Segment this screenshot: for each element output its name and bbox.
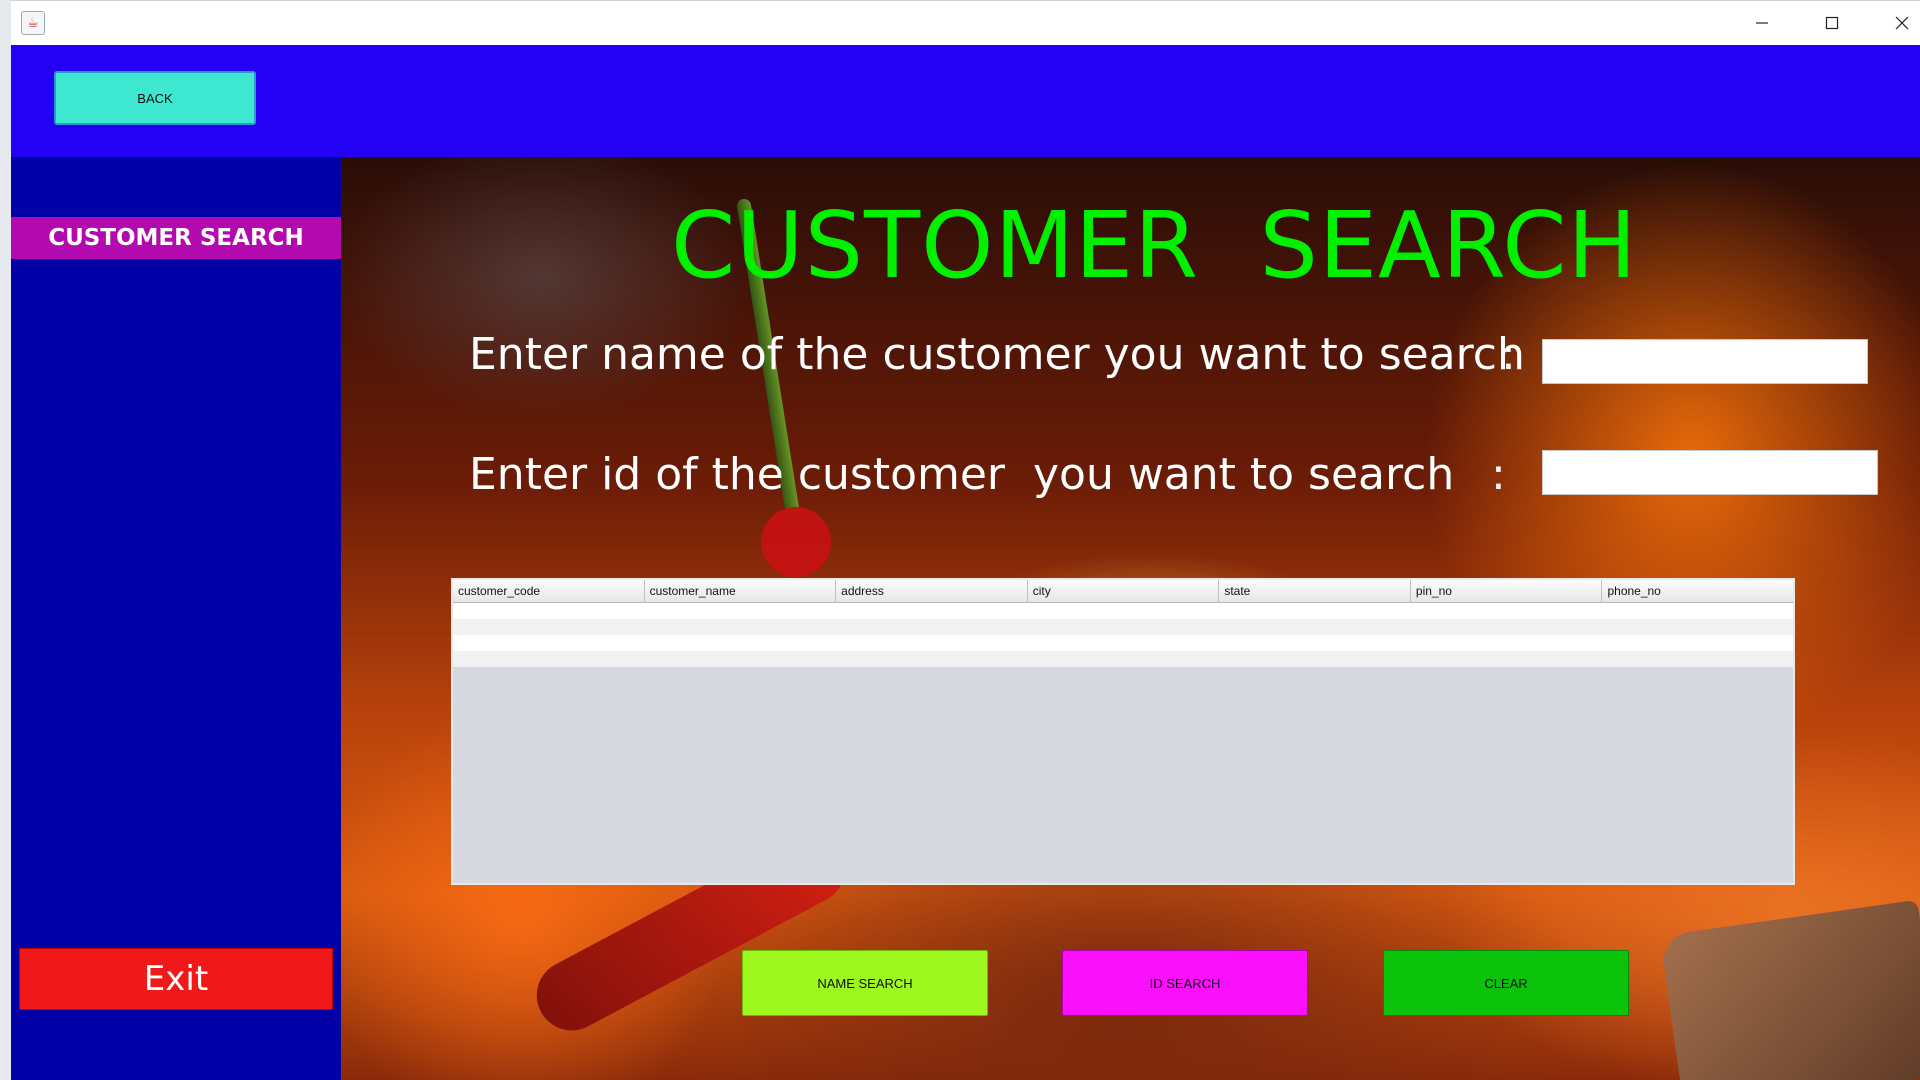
- close-icon: [1895, 16, 1909, 30]
- name-search-button[interactable]: NAME SEARCH: [742, 950, 988, 1016]
- column-header-pin-no[interactable]: pin_no: [1411, 580, 1603, 602]
- table-header: customer_code customer_name address city…: [453, 580, 1793, 603]
- id-colon: :: [1491, 449, 1506, 500]
- main-panel: CUSTOMER SEARCH Enter name of the custom…: [341, 157, 1920, 1080]
- column-header-customer-code[interactable]: customer_code: [453, 580, 645, 602]
- column-header-customer-name[interactable]: customer_name: [645, 580, 837, 602]
- exit-button[interactable]: Exit: [19, 948, 333, 1010]
- window-titlebar: ☕: [11, 0, 1920, 46]
- name-search-label: Enter name of the customer you want to s…: [469, 329, 1525, 380]
- customer-results-table[interactable]: customer_code customer_name address city…: [451, 578, 1795, 885]
- column-header-city[interactable]: city: [1028, 580, 1220, 602]
- column-header-phone-no[interactable]: phone_no: [1602, 580, 1793, 602]
- back-button[interactable]: BACK: [54, 71, 256, 125]
- table-row[interactable]: [453, 651, 1793, 667]
- sidebar-item-customer-search[interactable]: CUSTOMER SEARCH: [11, 217, 341, 259]
- minimize-icon: [1756, 22, 1768, 24]
- column-header-address[interactable]: address: [836, 580, 1028, 602]
- column-header-state[interactable]: state: [1219, 580, 1411, 602]
- background-rock: [1659, 899, 1920, 1080]
- close-button[interactable]: [1868, 1, 1920, 45]
- clear-button[interactable]: CLEAR: [1383, 950, 1629, 1016]
- maximize-button[interactable]: [1798, 1, 1866, 45]
- name-colon: :: [1501, 329, 1516, 380]
- top-bar: BACK: [11, 45, 1920, 157]
- minimize-button[interactable]: [1728, 1, 1796, 45]
- table-row[interactable]: [453, 635, 1793, 651]
- id-search-label: Enter id of the customer you want to sea…: [469, 449, 1455, 500]
- java-icon[interactable]: ☕: [21, 11, 45, 35]
- name-search-input[interactable]: [1542, 339, 1868, 384]
- id-search-input[interactable]: [1542, 450, 1878, 495]
- background-chili: [761, 507, 831, 577]
- table-row[interactable]: [453, 603, 1793, 619]
- sidebar: CUSTOMER SEARCH Exit: [11, 157, 341, 1080]
- id-search-button[interactable]: ID SEARCH: [1062, 950, 1308, 1016]
- maximize-icon: [1825, 16, 1839, 30]
- page-title: CUSTOMER SEARCH: [671, 192, 1638, 299]
- table-row[interactable]: [453, 619, 1793, 635]
